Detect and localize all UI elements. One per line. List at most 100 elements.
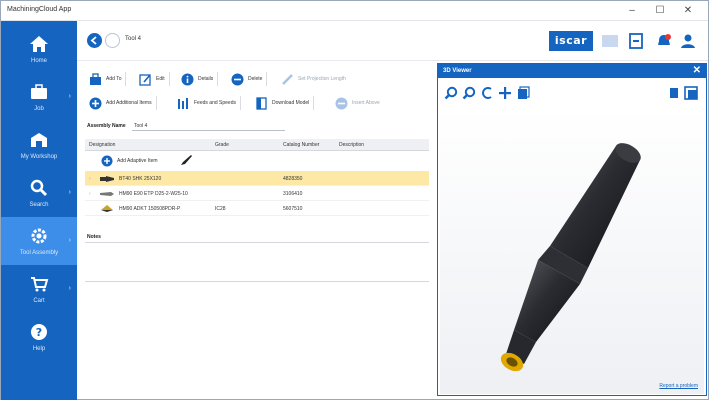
notifications-icon[interactable] <box>655 33 673 49</box>
close-window-button[interactable]: ✕ <box>677 3 699 19</box>
chevron-right-icon: › <box>68 189 71 196</box>
toolbar-row-2: Add Additional Items Feeds and Speeds Do… <box>85 93 429 115</box>
viewer-header: 3D Viewer ✕ <box>438 64 706 78</box>
help-icon: ? <box>31 324 47 340</box>
add-to-button[interactable]: Add To <box>89 69 127 89</box>
arrow-left-icon <box>90 36 97 45</box>
cell-designation: HM90 ADKT 150508PDR-P <box>119 206 181 212</box>
table-header: Designation Grade Catalog Number Descrip… <box>85 139 429 151</box>
zoom-in-icon[interactable] <box>444 86 458 100</box>
tool-model-image <box>500 143 641 372</box>
sidebar-item-label: Tool Assembly <box>19 250 59 256</box>
search-icon <box>30 179 48 197</box>
3d-model-canvas[interactable] <box>440 108 704 394</box>
sidebar-item-label: Help <box>32 346 46 352</box>
download-icon <box>256 96 267 110</box>
window-title: MachiningCloud App <box>7 6 72 13</box>
insert-above-button[interactable]: Insert Above <box>335 93 380 113</box>
download-model-button[interactable]: Download Model <box>255 93 315 113</box>
plus-circle-icon <box>101 155 113 167</box>
cell-catalog-number: 4828350 <box>283 176 303 182</box>
view-side-icon[interactable] <box>666 86 680 100</box>
edit-button[interactable]: Edit <box>139 69 170 89</box>
sidebar-item-home[interactable]: Home <box>1 25 77 73</box>
delete-button[interactable]: Delete <box>231 69 268 89</box>
column-header-catalog-number[interactable]: Catalog Number <box>283 142 319 148</box>
table-row[interactable]: HM90 ADKT 150508PDR-P IC28 5607510 <box>85 201 429 216</box>
sidebar-item-label: Job <box>34 106 44 112</box>
delete-icon <box>231 73 244 85</box>
sidebar-item-cart[interactable]: Cart › <box>1 265 77 313</box>
feeds-and-speeds-button[interactable]: Feeds and Speeds <box>177 93 241 113</box>
maximize-button[interactable]: ☐ <box>649 3 671 19</box>
sidebar-item-label: Search <box>29 202 49 208</box>
home-icon <box>30 36 48 52</box>
ruler-icon <box>282 73 293 85</box>
user-icon[interactable] <box>679 33 697 49</box>
cell-designation: HM90 E90 ETP D25-2-W25-10 <box>119 191 188 197</box>
sidebar: Home Job › My Workshop Search › Tool Ass… <box>1 21 77 400</box>
end-mill-icon <box>100 192 114 196</box>
notes-label: Notes <box>87 234 101 240</box>
sidebar-item-job[interactable]: Job › <box>1 73 77 121</box>
details-button[interactable]: Details <box>181 69 219 89</box>
toolbar-row-1: Add To Edit Details Delete Set Projectio… <box>85 69 429 91</box>
title-bar: MachiningCloud App – ☐ ✕ <box>1 1 708 21</box>
svg-text:?: ? <box>36 326 42 339</box>
zoom-out-icon[interactable] <box>462 86 476 100</box>
app-window: MachiningCloud App – ☐ ✕ Home Job › My W… <box>0 0 709 400</box>
insert-icon <box>101 205 113 212</box>
column-header-description[interactable]: Description <box>339 142 364 148</box>
view-front-icon[interactable] <box>684 86 698 100</box>
chevron-right-icon: › <box>68 285 71 292</box>
sidebar-item-tool-assembly[interactable]: Tool Assembly › <box>1 217 77 265</box>
edit-icon <box>139 73 151 86</box>
sidebar-item-my-workshop[interactable]: My Workshop <box>1 121 77 169</box>
table-row[interactable]: › HM90 E90 ETP D25-2-W25-10 3106410 <box>85 186 429 201</box>
add-to-icon <box>90 72 101 85</box>
iscar-logo: iscar <box>549 31 593 51</box>
sidebar-item-search[interactable]: Search › <box>1 169 77 217</box>
table-row[interactable]: › BT40 SHK 25X120 4828350 <box>85 171 429 186</box>
tool-holder-icon <box>100 176 114 182</box>
set-projection-length-button[interactable]: Set Projection Length <box>281 69 346 89</box>
cell-catalog-number: 5607510 <box>283 206 303 212</box>
3d-viewer-panel: 3D Viewer ✕ Report a problem <box>437 63 707 396</box>
report-problem-link[interactable]: Report a problem <box>659 383 698 389</box>
chevron-right-icon: › <box>68 237 71 244</box>
cell-designation: BT40 SHK 25X120 <box>119 176 162 182</box>
tool-items-table: Designation Grade Catalog Number Descrip… <box>85 139 429 231</box>
gear-icon <box>31 228 47 244</box>
column-header-designation[interactable]: Designation <box>89 142 115 148</box>
column-header-grade[interactable]: Grade <box>215 142 229 148</box>
chevron-right-icon: › <box>68 93 71 100</box>
pan-icon[interactable] <box>498 86 512 100</box>
minimize-button[interactable]: – <box>621 3 643 19</box>
plus-circle-icon <box>89 97 102 109</box>
back-button[interactable] <box>87 33 102 48</box>
forward-button[interactable] <box>105 33 120 48</box>
fit-view-icon[interactable] <box>516 86 530 100</box>
assembly-name-input[interactable]: Tool 4 <box>132 121 285 131</box>
notes-textarea[interactable] <box>85 242 429 282</box>
add-additional-items-button[interactable]: Add Additional Items <box>89 93 157 113</box>
add-adaptive-item-row[interactable]: Add Adaptive Item <box>85 153 429 168</box>
add-adaptive-item-label: Add Adaptive Item <box>117 158 158 164</box>
grid-view-icon[interactable] <box>601 33 619 49</box>
close-viewer-button[interactable]: ✕ <box>693 65 701 76</box>
document-icon[interactable] <box>627 33 645 49</box>
workshop-icon <box>31 133 47 147</box>
brush-icon <box>181 155 192 165</box>
cell-catalog-number: 3106410 <box>283 191 303 197</box>
expand-arrow-icon[interactable]: › <box>89 176 91 182</box>
viewer-title: 3D Viewer <box>443 68 472 74</box>
feeds-icon <box>178 97 188 109</box>
active-tab-name: Tool 4 <box>125 36 142 42</box>
sidebar-item-help[interactable]: ? Help <box>1 313 77 361</box>
cell-grade: IC28 <box>215 206 226 212</box>
info-icon <box>181 73 194 85</box>
rotate-icon[interactable] <box>480 86 494 100</box>
expand-arrow-icon[interactable]: › <box>89 191 91 197</box>
cart-icon <box>31 277 49 292</box>
sidebar-item-label: My Workshop <box>20 154 58 160</box>
